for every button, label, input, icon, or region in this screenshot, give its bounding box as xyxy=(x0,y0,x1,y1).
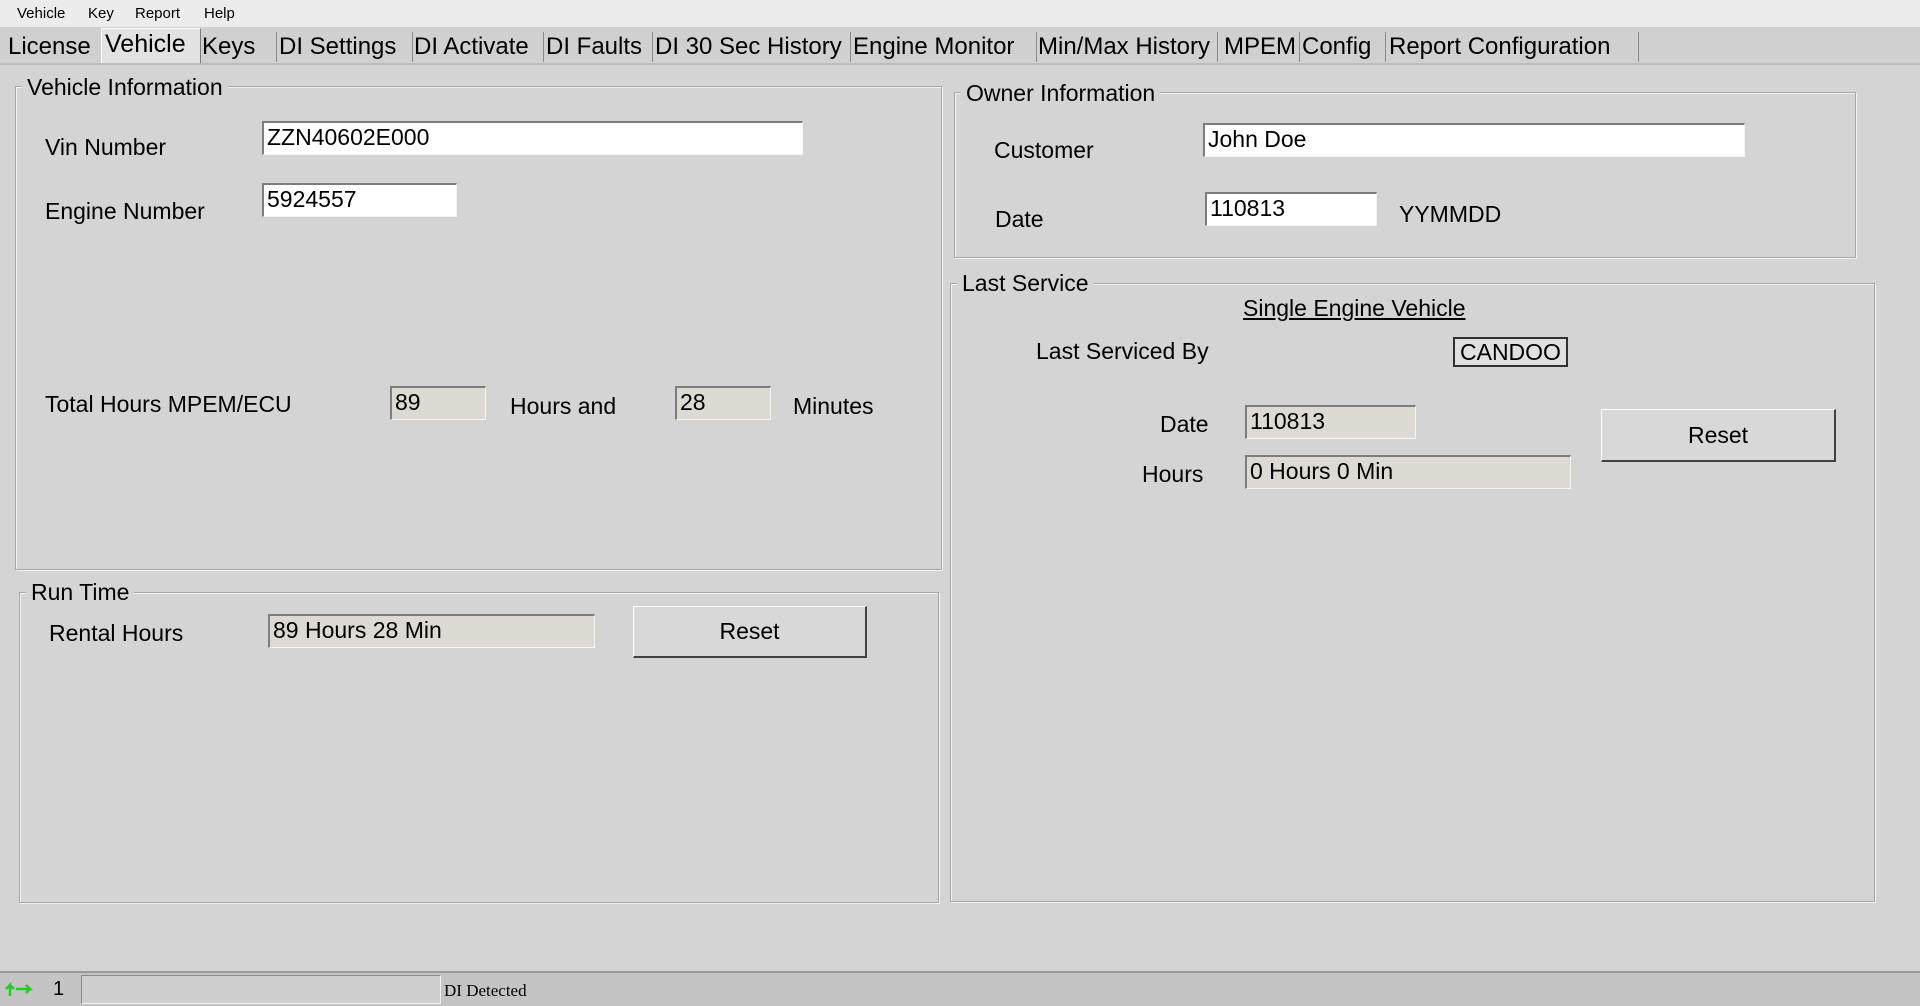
status-index: 1 xyxy=(53,978,65,1000)
customer-field[interactable]: John Doe xyxy=(1203,123,1745,157)
tab-mpem[interactable]: MPEM xyxy=(1221,32,1300,62)
total-hours-label: Total Hours MPEM/ECU xyxy=(45,391,292,417)
menu-key[interactable]: Key xyxy=(88,5,114,22)
tab-engine-monitor[interactable]: Engine Monitor xyxy=(850,32,1037,62)
last-service-group xyxy=(950,283,1875,902)
rental-hours-field: 89 Hours 28 Min xyxy=(268,614,595,648)
vin-number-label: Vin Number xyxy=(45,134,167,160)
rental-hours-label: Rental Hours xyxy=(49,620,184,646)
tab-strip: License Vehicle Keys DI Settings DI Acti… xyxy=(0,28,1920,65)
owner-information-group xyxy=(954,92,1856,258)
total-minutes-field: 28 xyxy=(675,386,771,420)
date-format-label: YYMMDD xyxy=(1399,201,1502,227)
service-date-label: Date xyxy=(1160,411,1209,437)
status-bar: 1 DI Detected xyxy=(0,971,1920,1006)
rental-reset-button[interactable]: Reset xyxy=(633,606,867,658)
menu-vehicle[interactable]: Vehicle xyxy=(17,5,65,22)
customer-label: Customer xyxy=(994,137,1094,163)
total-hours-field: 89 xyxy=(390,386,486,420)
last-serviced-by-value: CANDOO xyxy=(1453,337,1568,367)
tab-di-activate[interactable]: DI Activate xyxy=(411,32,544,62)
last-service-legend: Last Service xyxy=(957,270,1094,297)
last-serviced-by-label: Last Serviced By xyxy=(1036,338,1209,364)
menu-bar: Vehicle Key Report Help xyxy=(0,0,1920,28)
tab-vehicle[interactable]: Vehicle xyxy=(101,28,201,63)
service-hours-label: Hours xyxy=(1142,461,1204,487)
tab-min-max-history[interactable]: Min/Max History xyxy=(1035,32,1218,62)
tab-keys[interactable]: Keys xyxy=(199,32,277,62)
status-message: DI Detected xyxy=(444,981,527,1000)
vin-number-field[interactable]: ZZN40602E000 xyxy=(262,121,803,155)
owner-information-legend: Owner Information xyxy=(961,80,1161,107)
hours-and-label: Hours and xyxy=(510,393,617,419)
engine-number-label: Engine Number xyxy=(45,198,205,224)
status-progress-panel xyxy=(81,975,441,1004)
tab-config[interactable]: Config xyxy=(1299,32,1386,62)
owner-date-label: Date xyxy=(995,206,1044,232)
single-engine-vehicle-heading: Single Engine Vehicle xyxy=(1243,295,1466,321)
connection-arrows-icon xyxy=(4,979,34,999)
tab-di-settings[interactable]: DI Settings xyxy=(276,32,413,62)
vehicle-information-legend: Vehicle Information xyxy=(22,74,228,101)
tab-report-configuration[interactable]: Report Configuration xyxy=(1386,32,1639,62)
tab-di-30-sec-history[interactable]: DI 30 Sec History xyxy=(652,32,851,62)
minutes-label: Minutes xyxy=(793,393,874,419)
menu-help[interactable]: Help xyxy=(204,5,235,22)
menu-report[interactable]: Report xyxy=(135,5,180,22)
run-time-legend: Run Time xyxy=(26,579,135,606)
tab-license[interactable]: License xyxy=(5,32,102,62)
service-hours-field: 0 Hours 0 Min xyxy=(1245,455,1571,489)
tab-di-faults[interactable]: DI Faults xyxy=(543,32,653,62)
service-date-field: 110813 xyxy=(1245,405,1416,439)
owner-date-field[interactable]: 110813 xyxy=(1205,192,1377,226)
engine-number-field[interactable]: 5924557 xyxy=(262,183,457,217)
service-reset-button[interactable]: Reset xyxy=(1601,409,1836,462)
